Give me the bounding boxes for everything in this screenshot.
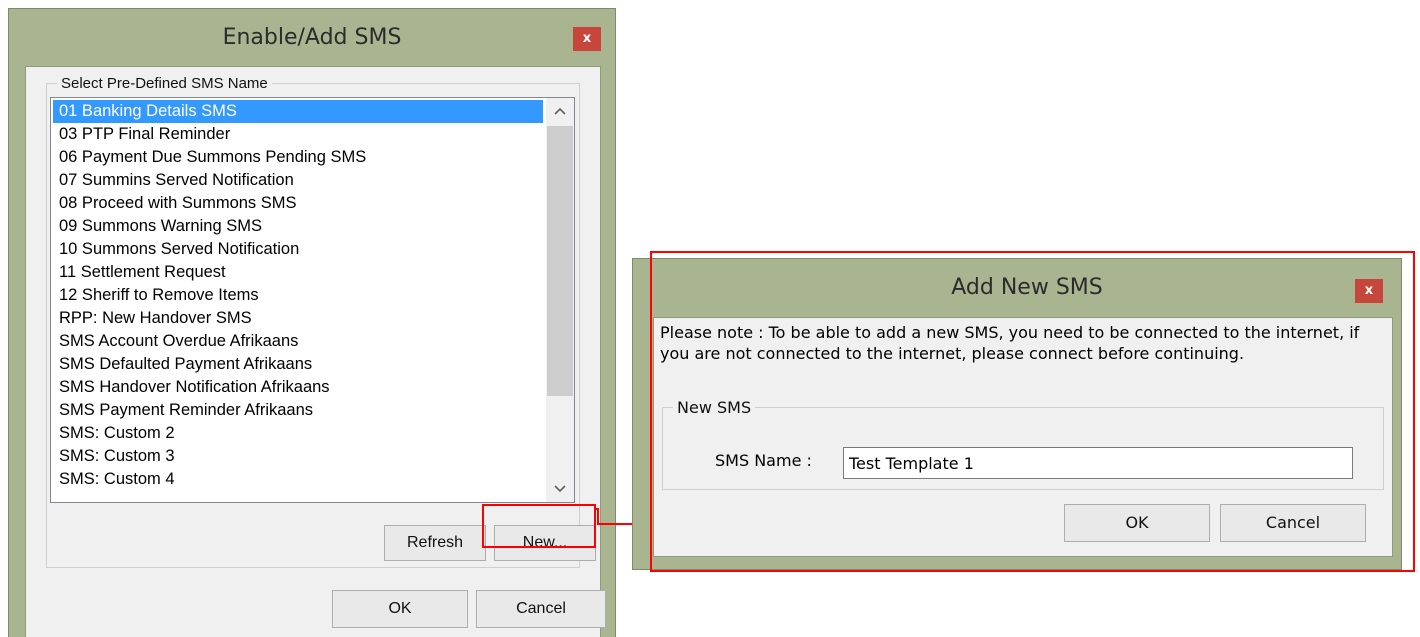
new-button-highlight [482, 504, 596, 548]
list-item[interactable]: 09 Summons Warning SMS [53, 215, 543, 238]
vertical-scrollbar[interactable] [546, 98, 574, 502]
list-item[interactable]: SMS Payment Reminder Afrikaans [53, 399, 543, 422]
list-item[interactable]: 12 Sheriff to Remove Items [53, 284, 543, 307]
list-item[interactable]: 03 PTP Final Reminder [53, 123, 543, 146]
close-button[interactable]: x [573, 27, 601, 51]
ok-button[interactable]: OK [332, 590, 468, 628]
list-item[interactable]: 06 Payment Due Summons Pending SMS [53, 146, 543, 169]
close-icon: x [582, 31, 592, 46]
list-item[interactable]: SMS: Custom 4 [53, 468, 543, 491]
refresh-button[interactable]: Refresh [384, 525, 486, 561]
list-item[interactable]: 10 Summons Served Notification [53, 238, 543, 261]
list-item[interactable]: SMS Account Overdue Afrikaans [53, 330, 543, 353]
sms-listbox[interactable]: 01 Banking Details SMS 03 PTP Final Remin… [50, 97, 575, 503]
list-item[interactable]: SMS Handover Notification Afrikaans [53, 376, 543, 399]
window-title: Enable/Add SMS [222, 25, 402, 50]
list-item[interactable]: SMS: Custom 3 [53, 445, 543, 468]
scroll-thumb[interactable] [547, 126, 573, 396]
chevron-up-icon[interactable] [546, 98, 574, 124]
dialog-highlight [650, 251, 1415, 572]
list-item[interactable]: SMS: Custom 2 [53, 422, 543, 445]
list-item[interactable]: 08 Proceed with Summons SMS [53, 192, 543, 215]
list-item[interactable]: 07 Summins Served Notification [53, 169, 543, 192]
list-item[interactable]: 11 Settlement Request [53, 261, 543, 284]
group-label: Select Pre-Defined SMS Name [61, 75, 268, 92]
window-client-area: Select Pre-Defined SMS Name 01 Banking D… [25, 66, 606, 637]
list-item[interactable]: SMS Defaulted Payment Afrikaans [53, 353, 543, 376]
cancel-button[interactable]: Cancel [476, 590, 606, 628]
list-item[interactable]: RPP: New Handover SMS [53, 307, 543, 330]
list-item[interactable]: 01 Banking Details SMS [53, 100, 543, 123]
chevron-down-icon[interactable] [546, 476, 574, 502]
